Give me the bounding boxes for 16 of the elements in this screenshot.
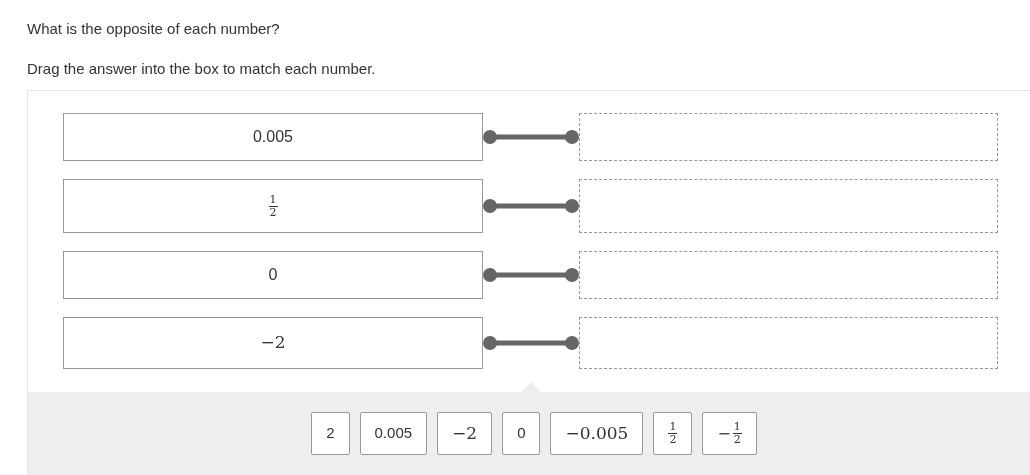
answer-tile[interactable]: 1 2 [653, 412, 693, 455]
drop-zone[interactable] [579, 251, 998, 299]
drop-zone[interactable] [579, 179, 998, 233]
answer-tile[interactable]: 0 [502, 412, 541, 455]
question-text: What is the opposite of each number? [27, 19, 280, 39]
answer-tile[interactable]: 2 [311, 412, 350, 455]
number-value: 0 [268, 265, 278, 285]
instruction-text: Drag the answer into the box to match each number. [27, 59, 376, 79]
fraction-value: 1 2 [268, 193, 278, 219]
answer-tile[interactable]: 0.005 [359, 412, 428, 455]
number-value: 0.005 [252, 127, 293, 147]
answer-tile[interactable]: −2 [437, 412, 493, 455]
drop-zone[interactable] [579, 317, 998, 369]
answer-tile[interactable]: −0.005 [550, 412, 644, 455]
number-value: −2 [260, 331, 286, 355]
drop-zone[interactable] [579, 113, 998, 161]
